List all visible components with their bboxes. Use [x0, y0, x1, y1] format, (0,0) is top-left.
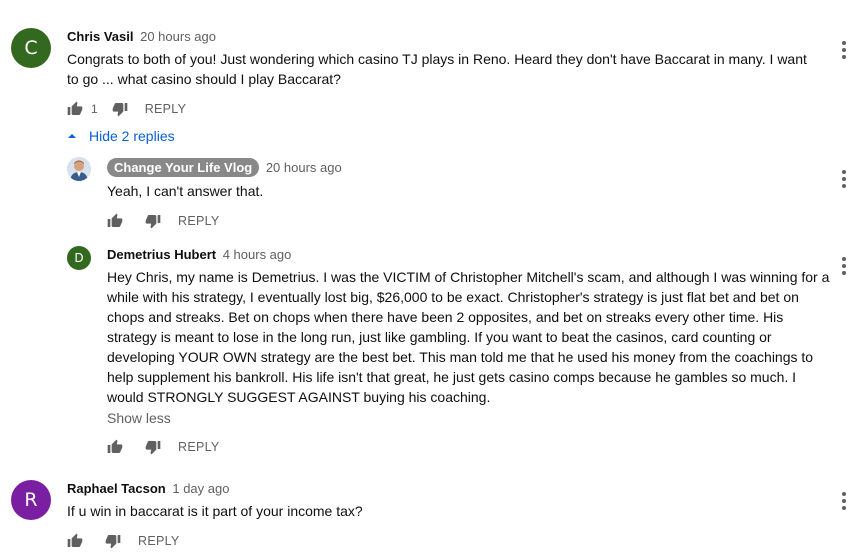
chevron-up-icon: [68, 134, 76, 138]
reply-button[interactable]: REPLY: [178, 440, 220, 454]
reply-button[interactable]: REPLY: [178, 214, 220, 228]
like-icon[interactable]: [107, 213, 123, 229]
comment-text: Hey Chris, my name is Demetrius. I was t…: [107, 267, 829, 407]
comment-actions: 1 REPLY: [67, 97, 186, 121]
timestamp[interactable]: 4 hours ago: [223, 247, 292, 262]
more-actions-icon[interactable]: [841, 170, 847, 188]
dislike-icon[interactable]: [145, 213, 161, 229]
comment-header: Demetrius Hubert 4 hours ago: [107, 247, 291, 262]
comment-header: Raphael Tacson 1 day ago: [67, 481, 229, 496]
dislike-icon[interactable]: [105, 533, 121, 549]
comment-line: If u win in baccarat is it part of your …: [67, 503, 363, 519]
comment-line: while with his strategy, I eventually lo…: [107, 289, 799, 305]
comment-text: If u win in baccarat is it part of your …: [67, 501, 363, 521]
author-name[interactable]: Chris Vasil: [67, 29, 133, 44]
comment-actions: REPLY: [107, 435, 220, 459]
more-actions-icon[interactable]: [841, 257, 847, 275]
comment-text: Congrats to both of you! Just wondering …: [67, 49, 807, 89]
timestamp[interactable]: 1 day ago: [172, 481, 229, 496]
comment-line: developing YOUR OWN strategy are the bes…: [107, 349, 814, 365]
comment-header: Change Your Life Vlog 20 hours ago: [107, 158, 342, 177]
dislike-icon[interactable]: [112, 101, 128, 117]
hide-replies-label: Hide 2 replies: [89, 128, 175, 144]
author-name[interactable]: Demetrius Hubert: [107, 247, 216, 262]
like-count: 1: [91, 102, 98, 116]
hide-replies-button[interactable]: Hide 2 replies: [67, 128, 175, 144]
timestamp[interactable]: 20 hours ago: [140, 29, 216, 44]
comment-actions: REPLY: [67, 529, 180, 553]
like-icon[interactable]: [67, 533, 83, 549]
more-actions-icon[interactable]: [841, 492, 847, 510]
comment-header: Chris Vasil 20 hours ago: [67, 29, 216, 44]
channel-avatar-image: [67, 157, 91, 181]
author-name[interactable]: Raphael Tacson: [67, 481, 166, 496]
avatar[interactable]: R: [11, 480, 51, 520]
comment-line: to go ... what casino should I play Bacc…: [67, 71, 341, 87]
reply-button[interactable]: REPLY: [138, 534, 180, 548]
like-icon[interactable]: [107, 439, 123, 455]
comment-line: Hey Chris, my name is Demetrius. I was t…: [107, 269, 830, 285]
channel-owner-badge[interactable]: Change Your Life Vlog: [107, 158, 260, 177]
comment-line: would STRONGLY SUGGEST AGAINST buying hi…: [107, 389, 491, 405]
show-less-button[interactable]: Show less: [107, 410, 171, 426]
comment-line: strategy is meant to lose in the long ru…: [107, 329, 772, 345]
avatar[interactable]: D: [67, 246, 91, 270]
comment-line: chops and streaks. Bet on chops when the…: [107, 309, 784, 325]
reply-button[interactable]: REPLY: [145, 102, 187, 116]
comment-line: Yeah, I can't answer that.: [107, 183, 264, 199]
avatar[interactable]: [67, 157, 91, 181]
comment-text: Yeah, I can't answer that.: [107, 181, 263, 201]
dislike-icon[interactable]: [145, 439, 161, 455]
timestamp[interactable]: 20 hours ago: [266, 160, 342, 175]
avatar[interactable]: C: [11, 28, 51, 68]
like-icon[interactable]: [67, 101, 83, 117]
comment-actions: REPLY: [107, 209, 220, 233]
more-actions-icon[interactable]: [841, 41, 847, 59]
comment-line: help supplement his bankroll. His life i…: [107, 369, 797, 385]
comment-line: Congrats to both of you! Just wondering …: [67, 51, 807, 67]
